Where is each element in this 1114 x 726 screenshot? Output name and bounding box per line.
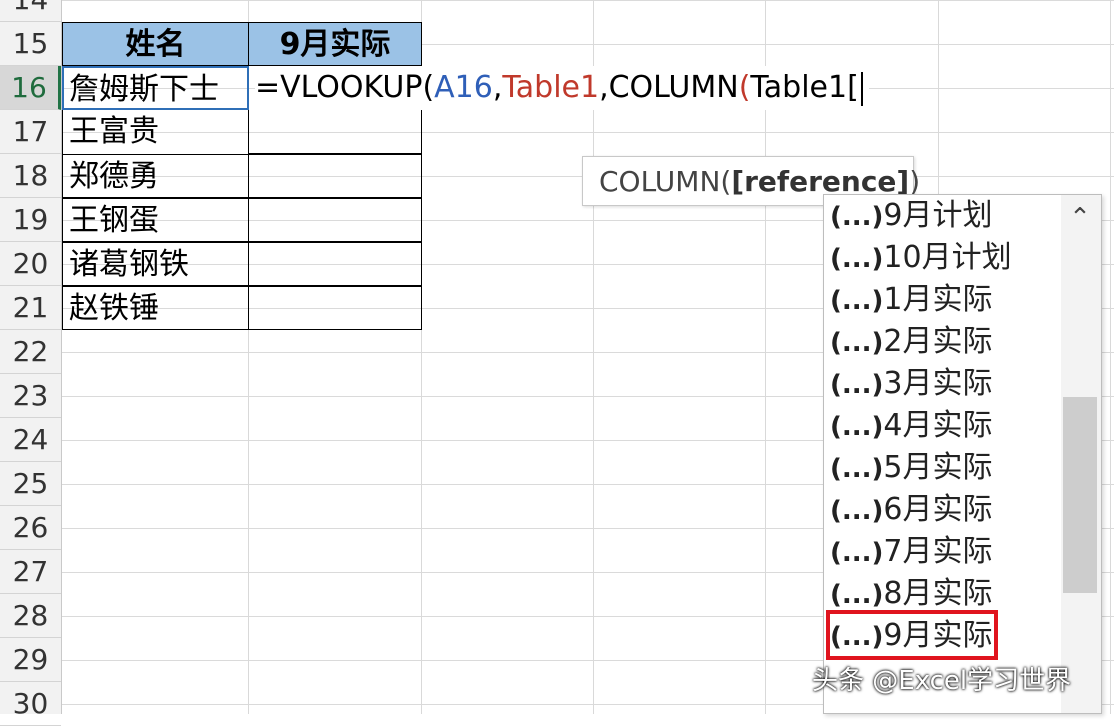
table-header-name[interactable]: 姓名 <box>62 22 249 66</box>
watermark: 头条 @Excel学习世界 <box>812 666 1072 696</box>
column-icon: (...) <box>830 244 884 274</box>
text-cursor <box>860 71 863 106</box>
row-number[interactable]: 27 <box>0 550 61 594</box>
autocomplete-item[interactable]: (...)10月计划 <box>830 237 1012 279</box>
formula-paren: ( <box>738 70 751 105</box>
row-number[interactable]: 17 <box>0 110 61 154</box>
row-number[interactable]: 24 <box>0 418 61 462</box>
row-number[interactable]: 20 <box>0 242 61 286</box>
formula-column-fn: ,COLUMN <box>599 70 739 105</box>
row-number-active[interactable]: 16 <box>0 66 61 110</box>
formula-table-bracket: Table1[ <box>750 70 859 105</box>
name-cell[interactable]: 郑德勇 <box>62 154 249 198</box>
autocomplete-item[interactable]: (...)6月实际 <box>830 489 993 531</box>
scroll-thumb[interactable] <box>1063 397 1097 593</box>
row-number[interactable]: 30 <box>0 682 61 726</box>
column-icon: (...) <box>830 580 884 610</box>
row-number[interactable]: 15 <box>0 22 61 66</box>
dropdown-scrollbar[interactable]: ⌃ <box>1061 195 1101 713</box>
autocomplete-item[interactable]: (...)7月实际 <box>830 531 993 573</box>
row-header-column: 14 15 16 17 18 19 20 21 22 23 24 25 26 2… <box>0 0 62 726</box>
column-icon: (...) <box>830 328 884 358</box>
row-number[interactable]: 22 <box>0 330 61 374</box>
row-number[interactable]: 18 <box>0 154 61 198</box>
column-icon: (...) <box>830 412 884 442</box>
column-icon: (...) <box>830 538 884 568</box>
highlight-box <box>826 610 998 660</box>
value-cell[interactable] <box>248 154 422 198</box>
name-cell-selected[interactable]: 詹姆斯下士 <box>62 66 249 110</box>
name-cell[interactable]: 赵铁锤 <box>62 286 249 330</box>
column-icon: (...) <box>830 370 884 400</box>
formula-function: =VLOOKUP( <box>255 70 435 105</box>
autocomplete-item[interactable]: (...)8月实际 <box>830 573 993 615</box>
name-cell[interactable]: 诸葛钢铁 <box>62 242 249 286</box>
column-icon: (...) <box>830 286 884 316</box>
formula-editor[interactable]: =VLOOKUP(A16,Table1,COLUMN(Table1[ <box>255 66 869 110</box>
autocomplete-dropdown[interactable]: ⌃ (...)9月计划 (...)10月计划 (...)1月实际 (...)2月… <box>823 194 1102 714</box>
row-number[interactable]: 29 <box>0 638 61 682</box>
row-number[interactable]: 26 <box>0 506 61 550</box>
name-cell[interactable]: 王富贵 <box>62 110 249 154</box>
column-icon: (...) <box>830 496 884 526</box>
row-number[interactable]: 19 <box>0 198 61 242</box>
row-number[interactable]: 14 <box>0 0 61 22</box>
row-number[interactable]: 21 <box>0 286 61 330</box>
name-cell[interactable]: 王钢蛋 <box>62 198 249 242</box>
autocomplete-item[interactable]: (...)9月计划 <box>830 195 993 237</box>
value-cell[interactable] <box>248 286 422 330</box>
value-cell[interactable] <box>248 198 422 242</box>
table-header-col2[interactable]: 9月实际 <box>248 22 422 66</box>
row-number[interactable]: 23 <box>0 374 61 418</box>
autocomplete-item[interactable]: (...)1月实际 <box>830 279 993 321</box>
formula-comma: , <box>492 70 503 105</box>
autocomplete-item[interactable]: (...)2月实际 <box>830 321 993 363</box>
autocomplete-item[interactable]: (...)5月实际 <box>830 447 993 489</box>
autocomplete-item[interactable]: (...)3月实际 <box>830 363 993 405</box>
column-icon: (...) <box>830 454 884 484</box>
scroll-up-icon[interactable]: ⌃ <box>1065 203 1095 233</box>
tooltip-prefix: COLUMN( <box>599 165 732 198</box>
formula-ref-a16: A16 <box>434 70 493 105</box>
row-number[interactable]: 25 <box>0 462 61 506</box>
value-cell[interactable] <box>248 242 422 286</box>
value-cell[interactable] <box>248 110 422 154</box>
column-gridline <box>1110 0 1111 714</box>
autocomplete-item[interactable]: (...)4月实际 <box>830 405 993 447</box>
column-icon: (...) <box>830 202 884 232</box>
formula-table-ref: Table1 <box>502 70 600 105</box>
row-number[interactable]: 28 <box>0 594 61 638</box>
